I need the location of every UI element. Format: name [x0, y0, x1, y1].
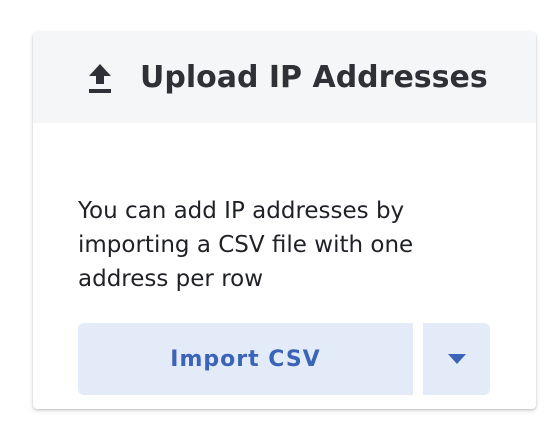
- import-csv-button[interactable]: Import CSV: [78, 323, 413, 395]
- import-options-dropdown-button[interactable]: [423, 323, 490, 395]
- import-split-button: Import CSV: [78, 323, 490, 395]
- card-title: Upload IP Addresses: [140, 60, 488, 95]
- upload-icon: [89, 64, 111, 93]
- card-description: You can add IP addresses by importing a …: [78, 198, 414, 292]
- caret-down-icon: [447, 354, 466, 364]
- card-header: Upload IP Addresses: [33, 32, 536, 123]
- card-body: You can add IP addresses by importing a …: [33, 123, 536, 409]
- upload-ip-card: Upload IP Addresses You can add IP addre…: [33, 32, 536, 409]
